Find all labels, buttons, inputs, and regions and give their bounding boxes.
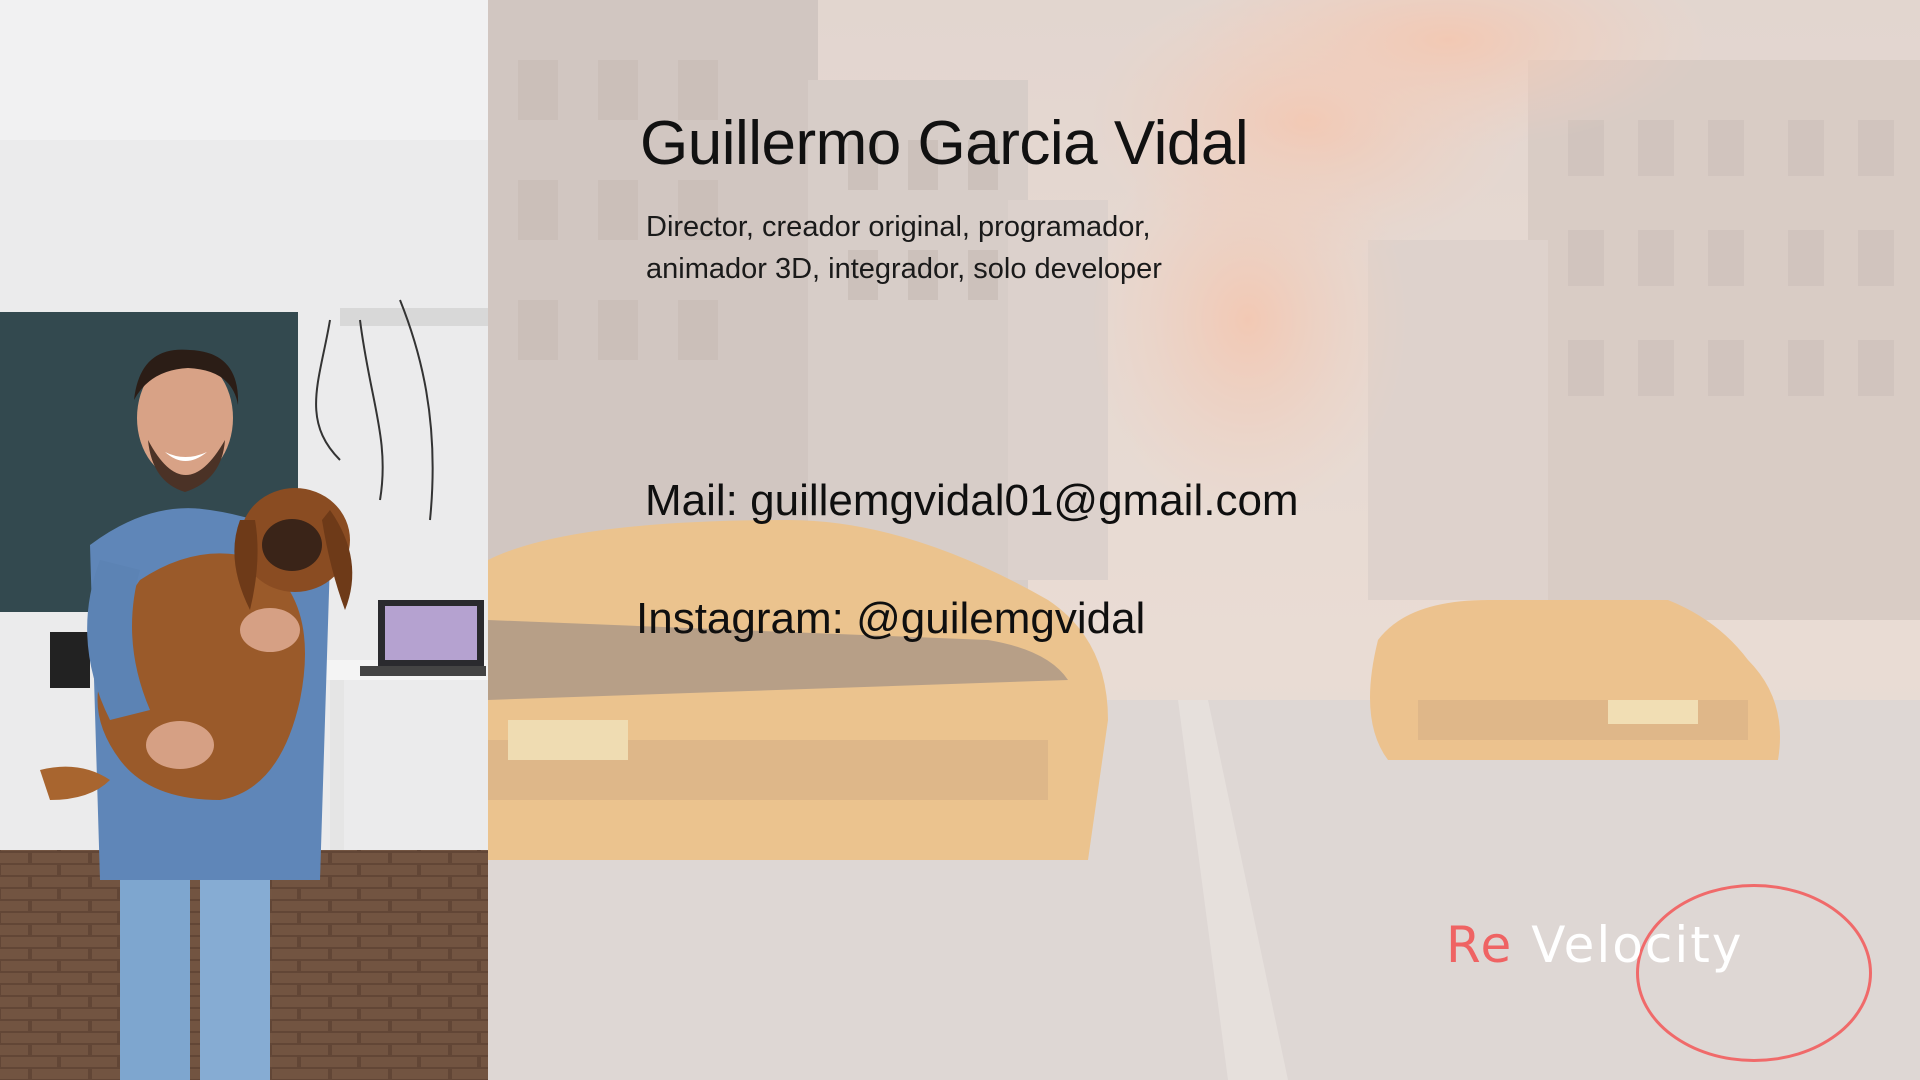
- person-name: Guillermo Garcia Vidal: [640, 109, 1249, 178]
- logo-wordmark: Re Velocity: [1446, 916, 1743, 974]
- contact-email: Mail: guillemgvidal01@gmail.com: [645, 476, 1299, 525]
- logo-prefix: Re: [1446, 916, 1514, 974]
- logo-word: Velocity: [1531, 916, 1744, 974]
- person-roles: Director, creador original, programador,…: [646, 211, 1162, 285]
- portrait-photo: [0, 0, 488, 1080]
- contact-instagram: Instagram: @guilemgvidal: [636, 594, 1146, 643]
- revelocity-logo: Re Velocity: [1440, 880, 1880, 1062]
